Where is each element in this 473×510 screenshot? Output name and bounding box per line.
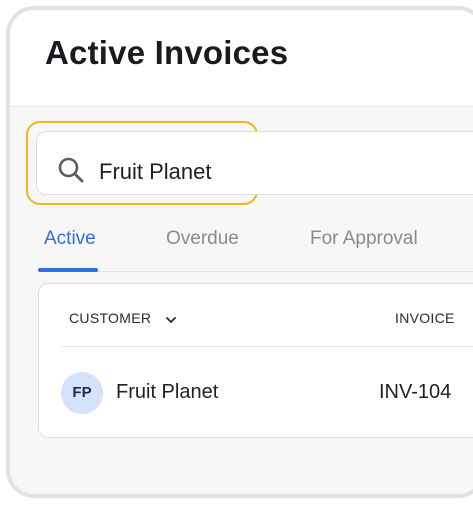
- search-input-value: Fruit Planet: [99, 159, 212, 184]
- invoices-table: CUSTOMER INVOICE FP Fruit Planet INV-104: [38, 283, 473, 438]
- column-header-invoice[interactable]: INVOICE: [395, 310, 455, 326]
- search-icon: [58, 157, 84, 183]
- chevron-down-icon[interactable]: [165, 314, 177, 326]
- avatar: FP: [61, 372, 103, 414]
- tab-for-approval[interactable]: For Approval: [310, 228, 418, 250]
- customer-name: Fruit Planet: [116, 381, 219, 403]
- screen: Active Invoices Fruit Planet Active Over…: [0, 0, 473, 510]
- tab-overdue[interactable]: Overdue: [166, 228, 239, 250]
- active-tab-indicator: [38, 268, 98, 272]
- column-header-customer[interactable]: CUSTOMER: [69, 310, 151, 326]
- table-row[interactable]: FP Fruit Planet INV-104: [39, 347, 473, 439]
- tabs-divider: [38, 271, 473, 272]
- tab-bar: Active Overdue For Approval: [0, 220, 473, 272]
- page-title: Active Invoices: [45, 34, 289, 71]
- invoice-number: INV-104: [379, 381, 452, 403]
- header: Active Invoices: [10, 10, 473, 107]
- tab-active[interactable]: Active: [44, 228, 96, 250]
- table-header: CUSTOMER INVOICE: [39, 284, 473, 347]
